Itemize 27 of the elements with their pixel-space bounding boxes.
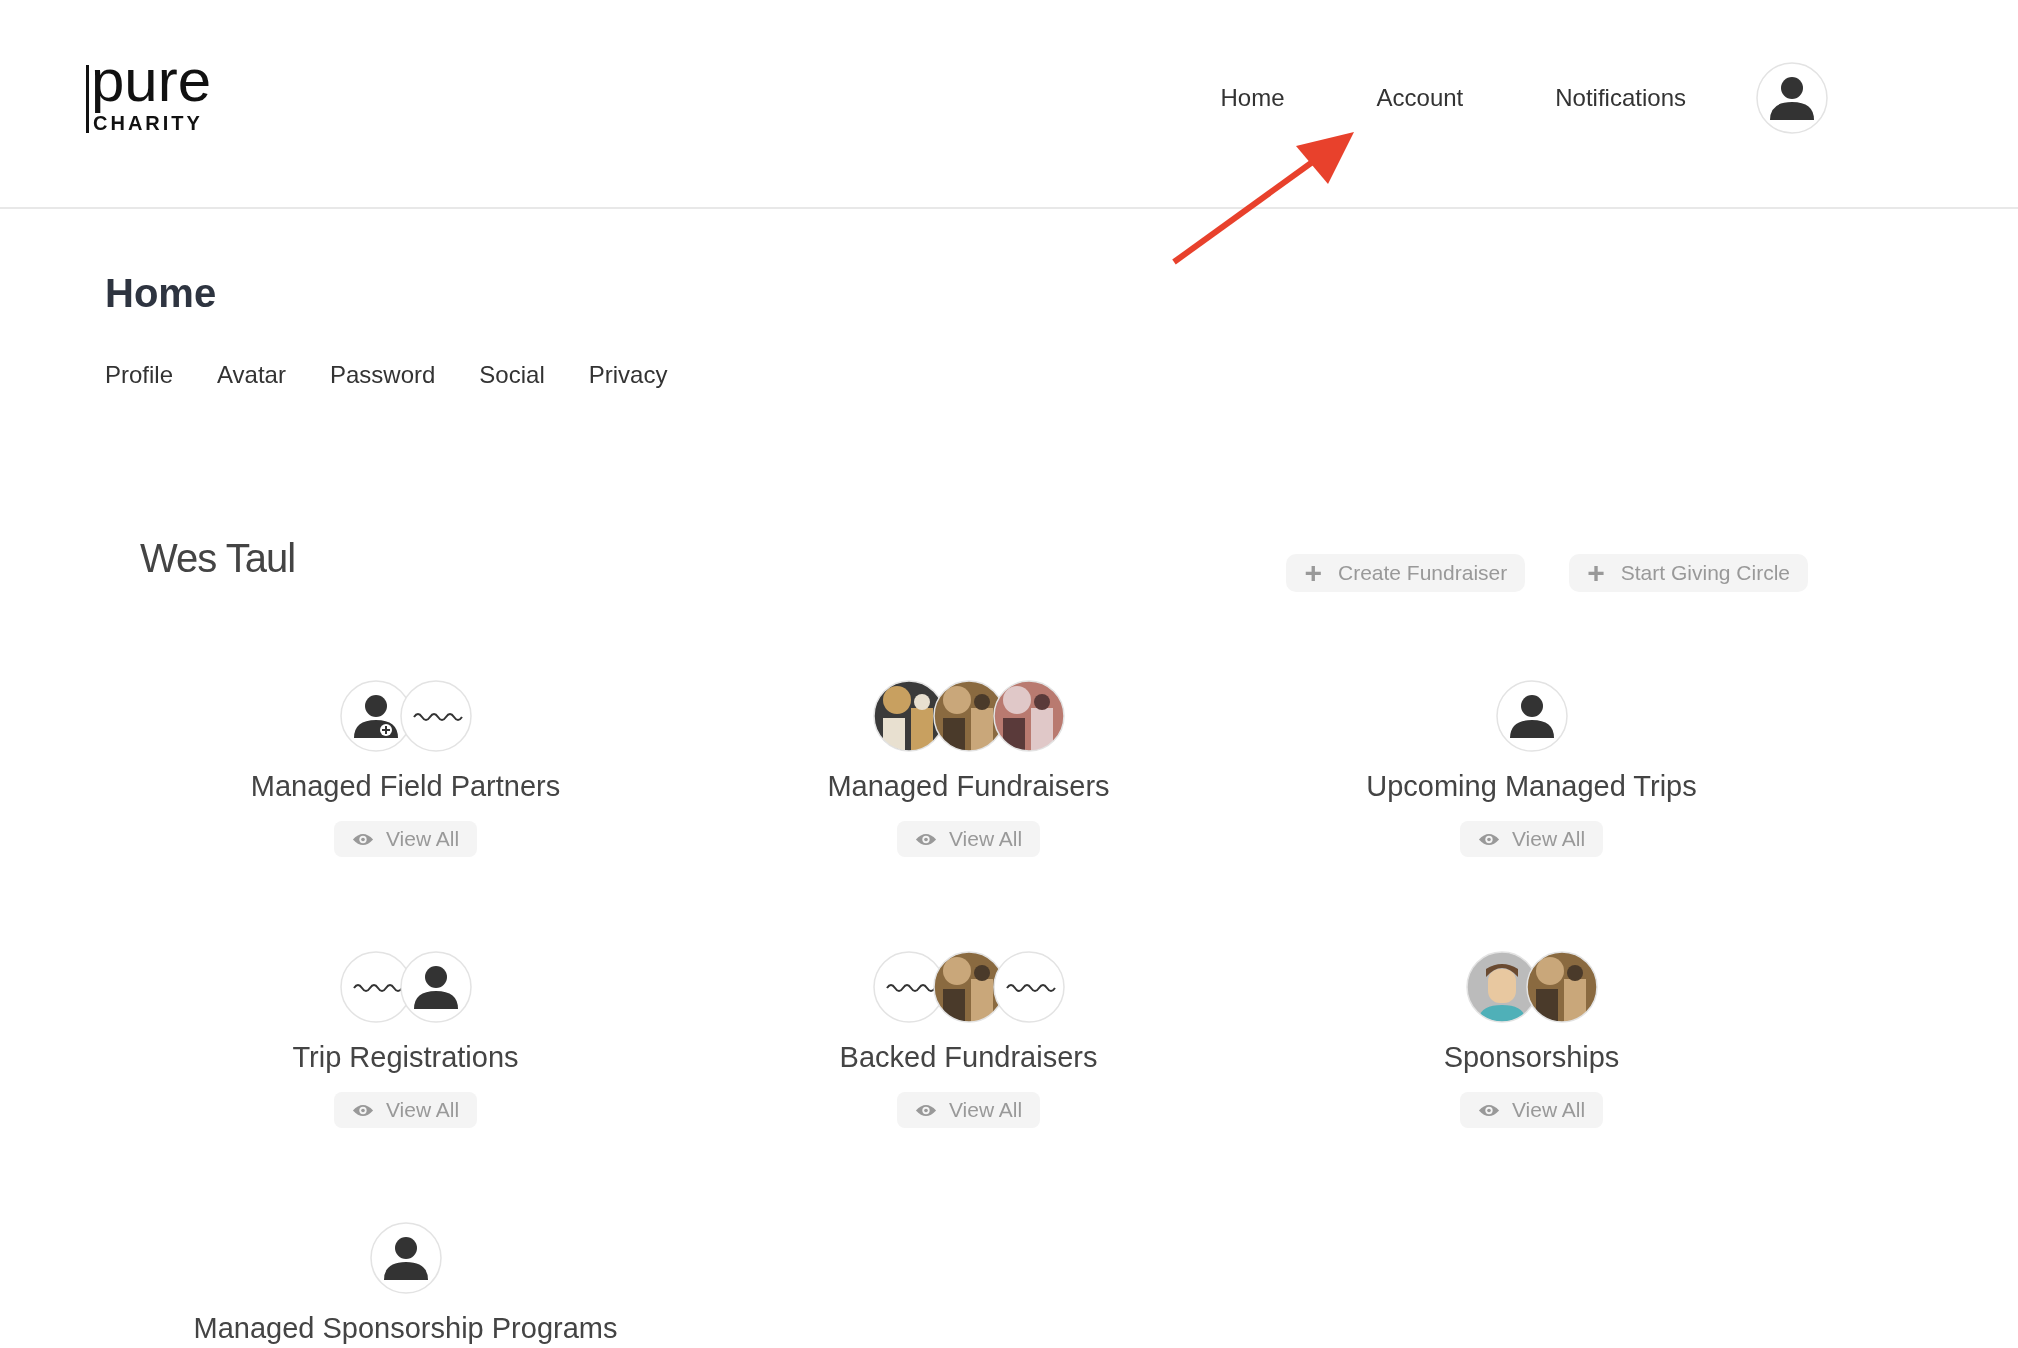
avatar-icon [1495, 680, 1568, 752]
avatar-icon [369, 1222, 442, 1294]
section-title: Trip Registrations [292, 1041, 519, 1074]
section-title: Upcoming Managed Trips [1366, 770, 1697, 803]
page-title: Home [105, 271, 218, 316]
section-title: Managed Field Partners [250, 770, 561, 803]
tab[interactable]: Profile [105, 361, 174, 389]
nav-link[interactable]: Notifications [1555, 83, 1686, 112]
tab[interactable]: Privacy [588, 361, 668, 389]
section-title: Managed Fundraisers [827, 770, 1110, 803]
user-name: Wes Taul [140, 535, 296, 581]
eye-icon [351, 1102, 374, 1118]
user-avatar-icon[interactable] [1756, 61, 1828, 134]
section-title: Backed Fundraisers [839, 1041, 1098, 1074]
tab[interactable]: Social [479, 361, 545, 389]
logo[interactable]: pure CHARITY [86, 64, 212, 133]
eye-icon [1477, 831, 1500, 847]
nav-link[interactable]: Account [1376, 83, 1464, 112]
tab[interactable]: Password [329, 361, 436, 389]
tab[interactable]: Avatar [217, 361, 286, 389]
eye-icon [1477, 1102, 1500, 1118]
eye-icon [914, 831, 937, 847]
eye-icon [351, 831, 374, 847]
eye-icon [914, 1102, 937, 1118]
section-title: Managed Sponsorship Programs [193, 1312, 618, 1345]
section-title: Sponsorships [1443, 1041, 1620, 1074]
nav-link[interactable]: Home [1220, 83, 1285, 112]
